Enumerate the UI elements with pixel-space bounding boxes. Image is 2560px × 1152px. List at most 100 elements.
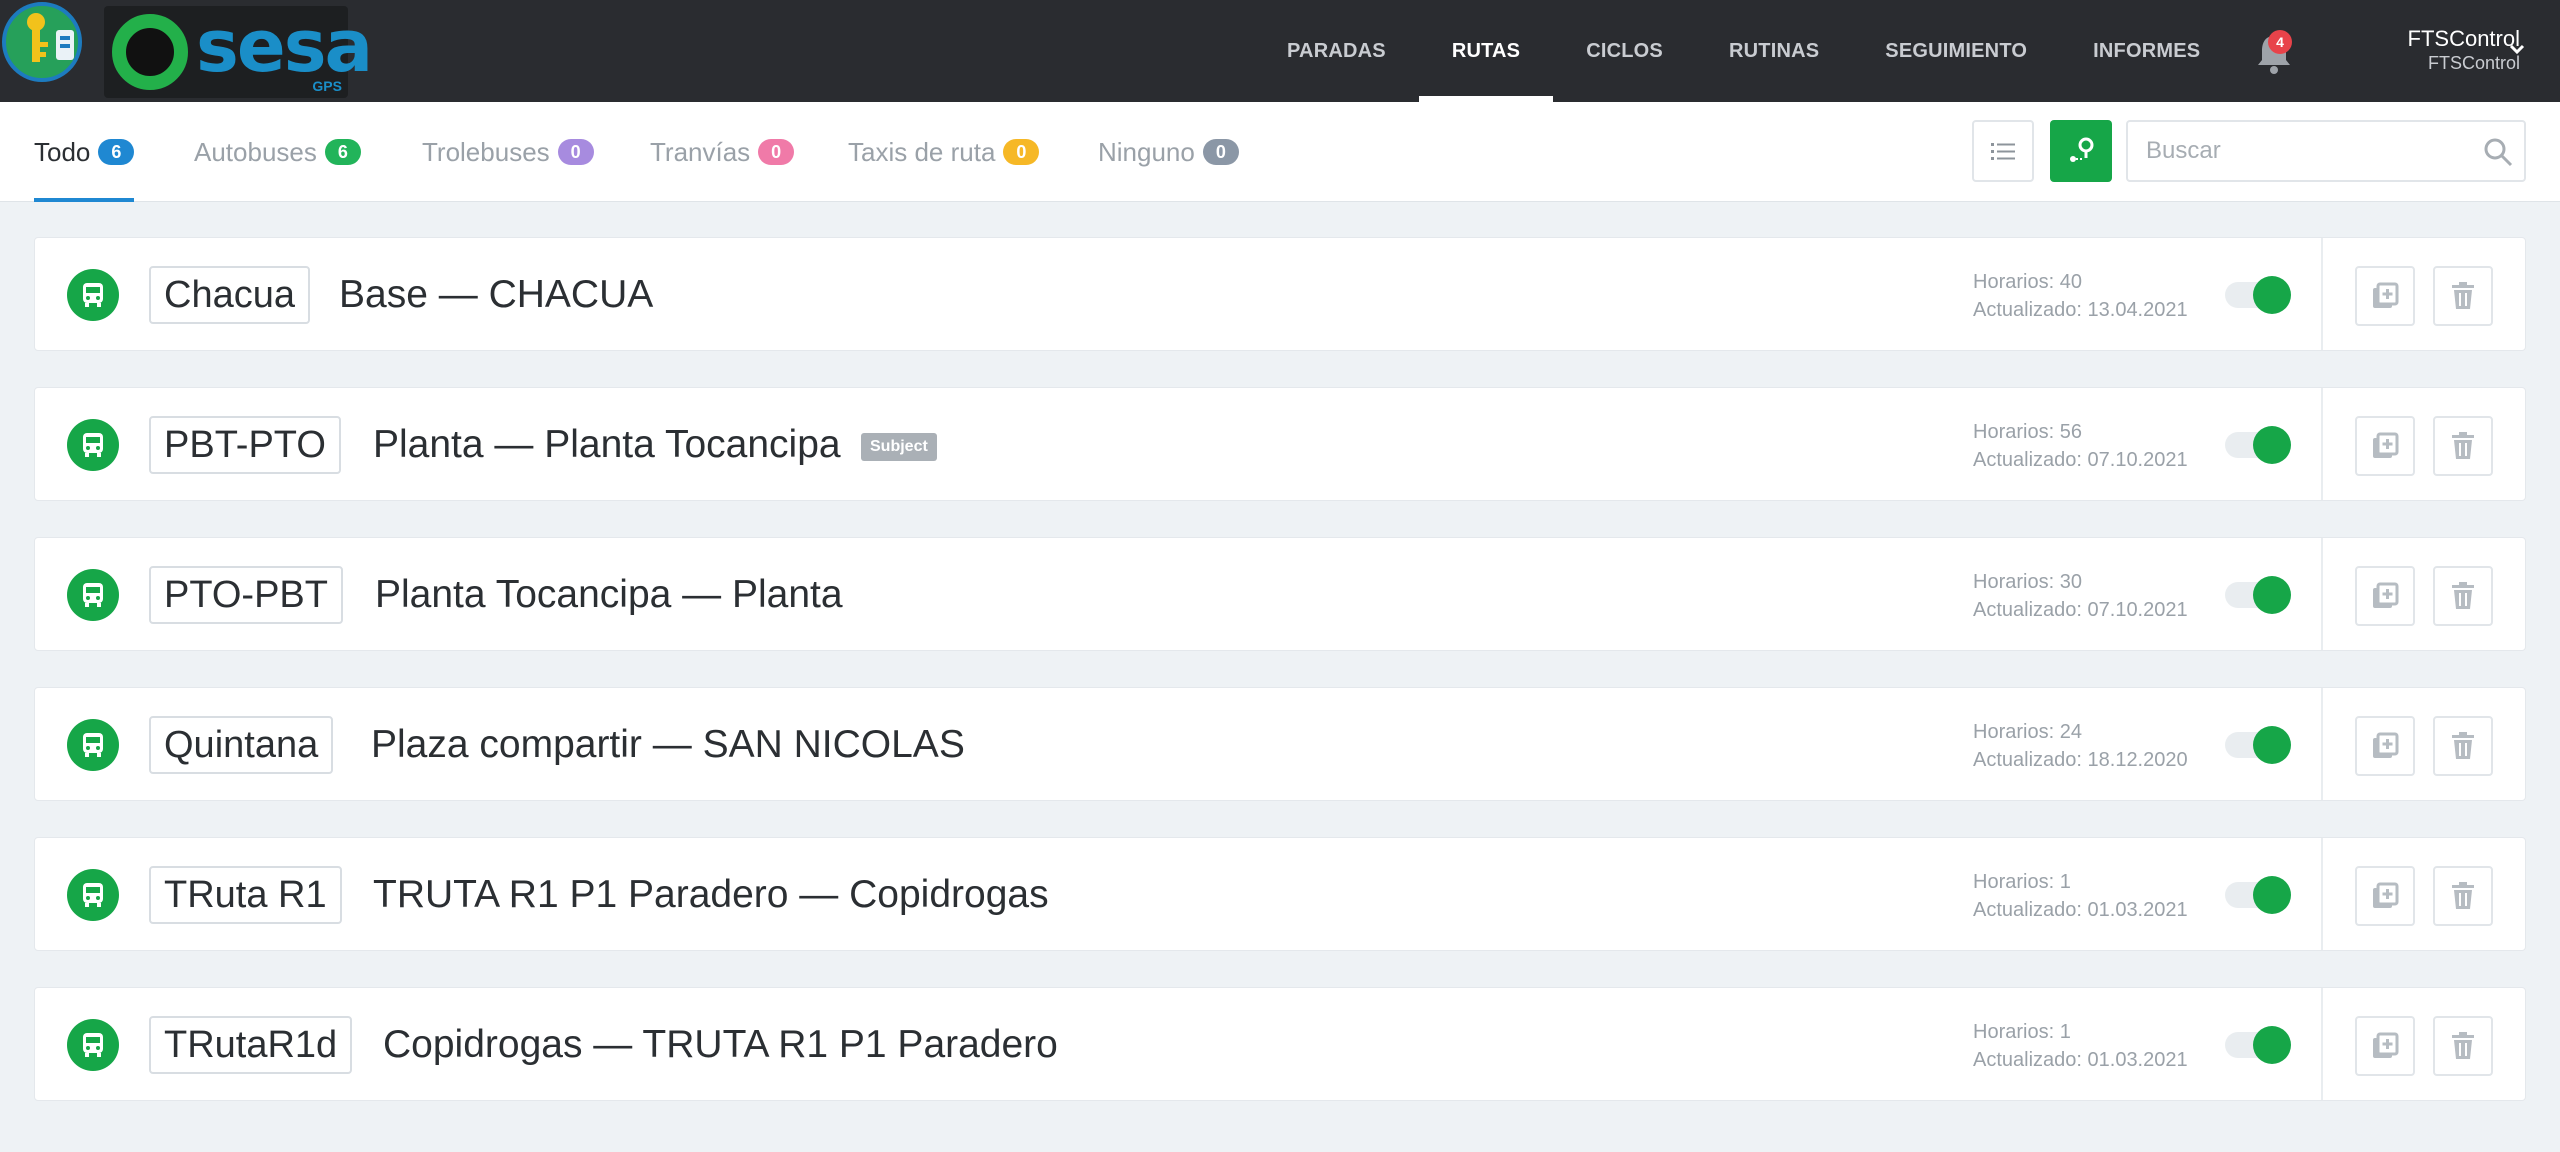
- route-code: PBT-PTO: [149, 416, 341, 474]
- delete-route-button[interactable]: [2433, 266, 2493, 326]
- route-name[interactable]: Planta — Planta Tocancipa: [373, 416, 841, 474]
- copy-add-icon: [2373, 882, 2399, 908]
- copy-route-button[interactable]: [2355, 266, 2415, 326]
- copy-route-button[interactable]: [2355, 1016, 2415, 1076]
- copy-add-icon: [2373, 1032, 2399, 1058]
- delete-route-button[interactable]: [2433, 566, 2493, 626]
- brand-logo[interactable]: sesa GPS: [104, 4, 373, 98]
- search-box: [2126, 120, 2526, 182]
- bus-icon: [67, 269, 119, 321]
- trash-icon: [2452, 432, 2474, 459]
- chevron-down-icon[interactable]: [2506, 38, 2528, 60]
- tab-tranvias[interactable]: Tranvías 0: [650, 102, 795, 202]
- route-meta: Horarios: 30 Actualizado: 07.10.2021: [1973, 568, 2188, 624]
- bus-icon: [67, 419, 119, 471]
- copy-route-button[interactable]: [2355, 566, 2415, 626]
- tab-trolebuses[interactable]: Trolebuses 0: [422, 102, 594, 202]
- tab-label: Todo: [34, 136, 91, 167]
- route-meta: Horarios: 56 Actualizado: 07.10.2021: [1973, 418, 2188, 474]
- tab-autobuses[interactable]: Autobuses 6: [194, 102, 361, 202]
- tab-count-badge: 0: [1003, 139, 1040, 165]
- copy-route-button[interactable]: [2355, 716, 2415, 776]
- user-account: FTSControl: [2427, 53, 2520, 73]
- route-enabled-toggle[interactable]: [2225, 1026, 2291, 1064]
- tab-label: Trolebuses: [422, 136, 550, 167]
- route-meta: Horarios: 24 Actualizado: 18.12.2020: [1973, 718, 2188, 774]
- card-divider: [2321, 388, 2323, 500]
- tab-taxis-de-ruta[interactable]: Taxis de ruta 0: [848, 102, 1040, 202]
- tab-label: Tranvías: [650, 136, 751, 167]
- main-nav: PARADAS RUTAS CICLOS RUTINAS SEGUIMIENTO…: [1254, 0, 2233, 102]
- trash-icon: [2452, 732, 2474, 759]
- route-enabled-toggle[interactable]: [2225, 276, 2291, 314]
- route-card[interactable]: TRuta R1 TRUTA R1 P1 Paradero — Copidrog…: [34, 837, 2526, 951]
- trash-icon: [2452, 882, 2474, 909]
- search-icon[interactable]: [2482, 136, 2514, 168]
- route-name[interactable]: TRUTA R1 P1 Paradero — Copidrogas: [373, 866, 1049, 924]
- route-name[interactable]: Copidrogas — TRUTA R1 P1 Paradero: [383, 1016, 1058, 1074]
- route-code: TRuta R1: [149, 866, 342, 924]
- copy-add-icon: [2373, 732, 2399, 758]
- user-menu[interactable]: FTSControl FTSControl: [2360, 26, 2520, 74]
- route-card[interactable]: TRutaR1d Copidrogas — TRUTA R1 P1 Parade…: [34, 987, 2526, 1101]
- copy-add-icon: [2373, 282, 2399, 308]
- nav-item-informes[interactable]: INFORMES: [2060, 0, 2233, 102]
- copy-route-button[interactable]: [2355, 866, 2415, 926]
- route-schedules: Horarios: 1: [1973, 1021, 2071, 1043]
- nav-item-rutinas[interactable]: RUTINAS: [1696, 0, 1852, 102]
- route-meta: Horarios: 40 Actualizado: 13.04.2021: [1973, 268, 2188, 324]
- bus-icon: [67, 569, 119, 621]
- copy-route-button[interactable]: [2355, 416, 2415, 476]
- nav-item-rutas[interactable]: RUTAS: [1418, 0, 1554, 102]
- card-divider: [2321, 838, 2323, 950]
- trash-icon: [2452, 282, 2474, 309]
- brand-sub: GPS: [312, 78, 342, 94]
- map-route-button[interactable]: [2050, 120, 2112, 182]
- route-card[interactable]: Quintana Plaza compartir — SAN NICOLAS H…: [34, 687, 2526, 801]
- route-card[interactable]: PTO-PBT Planta Tocancipa — Planta Horari…: [34, 537, 2526, 651]
- route-enabled-toggle[interactable]: [2225, 876, 2291, 914]
- search-input[interactable]: [2146, 132, 2466, 170]
- route-code: Chacua: [149, 266, 310, 324]
- route-code: TRutaR1d: [149, 1016, 353, 1074]
- brand-ring-icon: [112, 14, 188, 90]
- route-schedules: Horarios: 56: [1973, 421, 2082, 443]
- trash-icon: [2452, 582, 2474, 609]
- nav-item-ciclos[interactable]: CICLOS: [1553, 0, 1696, 102]
- route-enabled-toggle[interactable]: [2225, 576, 2291, 614]
- delete-route-button[interactable]: [2433, 1016, 2493, 1076]
- route-card[interactable]: PBT-PTO Planta — Planta Tocancipa Subjec…: [34, 387, 2526, 501]
- route-card[interactable]: Chacua Base — CHACUA Horarios: 40 Actual…: [34, 237, 2526, 351]
- route-name[interactable]: Plaza compartir — SAN NICOLAS: [371, 716, 965, 774]
- app-key-logo-icon: [2, 2, 98, 84]
- route-name[interactable]: Base — CHACUA: [339, 266, 653, 324]
- route-updated: Actualizado: 07.10.2021: [1973, 599, 2188, 621]
- route-schedules: Horarios: 30: [1973, 571, 2082, 593]
- tab-todo[interactable]: Todo 6: [34, 102, 135, 202]
- route-pin-icon: [2070, 137, 2094, 162]
- delete-route-button[interactable]: [2433, 716, 2493, 776]
- route-enabled-toggle[interactable]: [2225, 426, 2291, 464]
- route-tag: Subject: [861, 433, 937, 461]
- route-name[interactable]: Planta Tocancipa — Planta: [375, 566, 843, 624]
- tab-count-badge: 0: [557, 139, 594, 165]
- card-divider: [2321, 238, 2323, 350]
- user-name: FTSControl: [2407, 26, 2520, 51]
- tab-label: Taxis de ruta: [848, 136, 996, 167]
- copy-add-icon: [2373, 432, 2399, 458]
- tab-label: Autobuses: [194, 136, 317, 167]
- nav-item-paradas[interactable]: PARADAS: [1254, 0, 1419, 102]
- delete-route-button[interactable]: [2433, 416, 2493, 476]
- route-updated: Actualizado: 13.04.2021: [1973, 299, 2188, 321]
- tab-ninguno[interactable]: Ninguno 0: [1098, 102, 1239, 202]
- list-icon: [1991, 143, 2015, 160]
- route-schedules: Horarios: 24: [1973, 721, 2082, 743]
- route-meta: Horarios: 1 Actualizado: 01.03.2021: [1973, 868, 2188, 924]
- delete-route-button[interactable]: [2433, 866, 2493, 926]
- nav-item-seguimiento[interactable]: SEGUIMIENTO: [1852, 0, 2060, 102]
- tab-label: Ninguno: [1098, 136, 1195, 167]
- route-enabled-toggle[interactable]: [2225, 726, 2291, 764]
- route-meta: Horarios: 1 Actualizado: 01.03.2021: [1973, 1018, 2188, 1074]
- tab-count-badge: 6: [98, 139, 135, 165]
- list-view-button[interactable]: [1972, 120, 2034, 182]
